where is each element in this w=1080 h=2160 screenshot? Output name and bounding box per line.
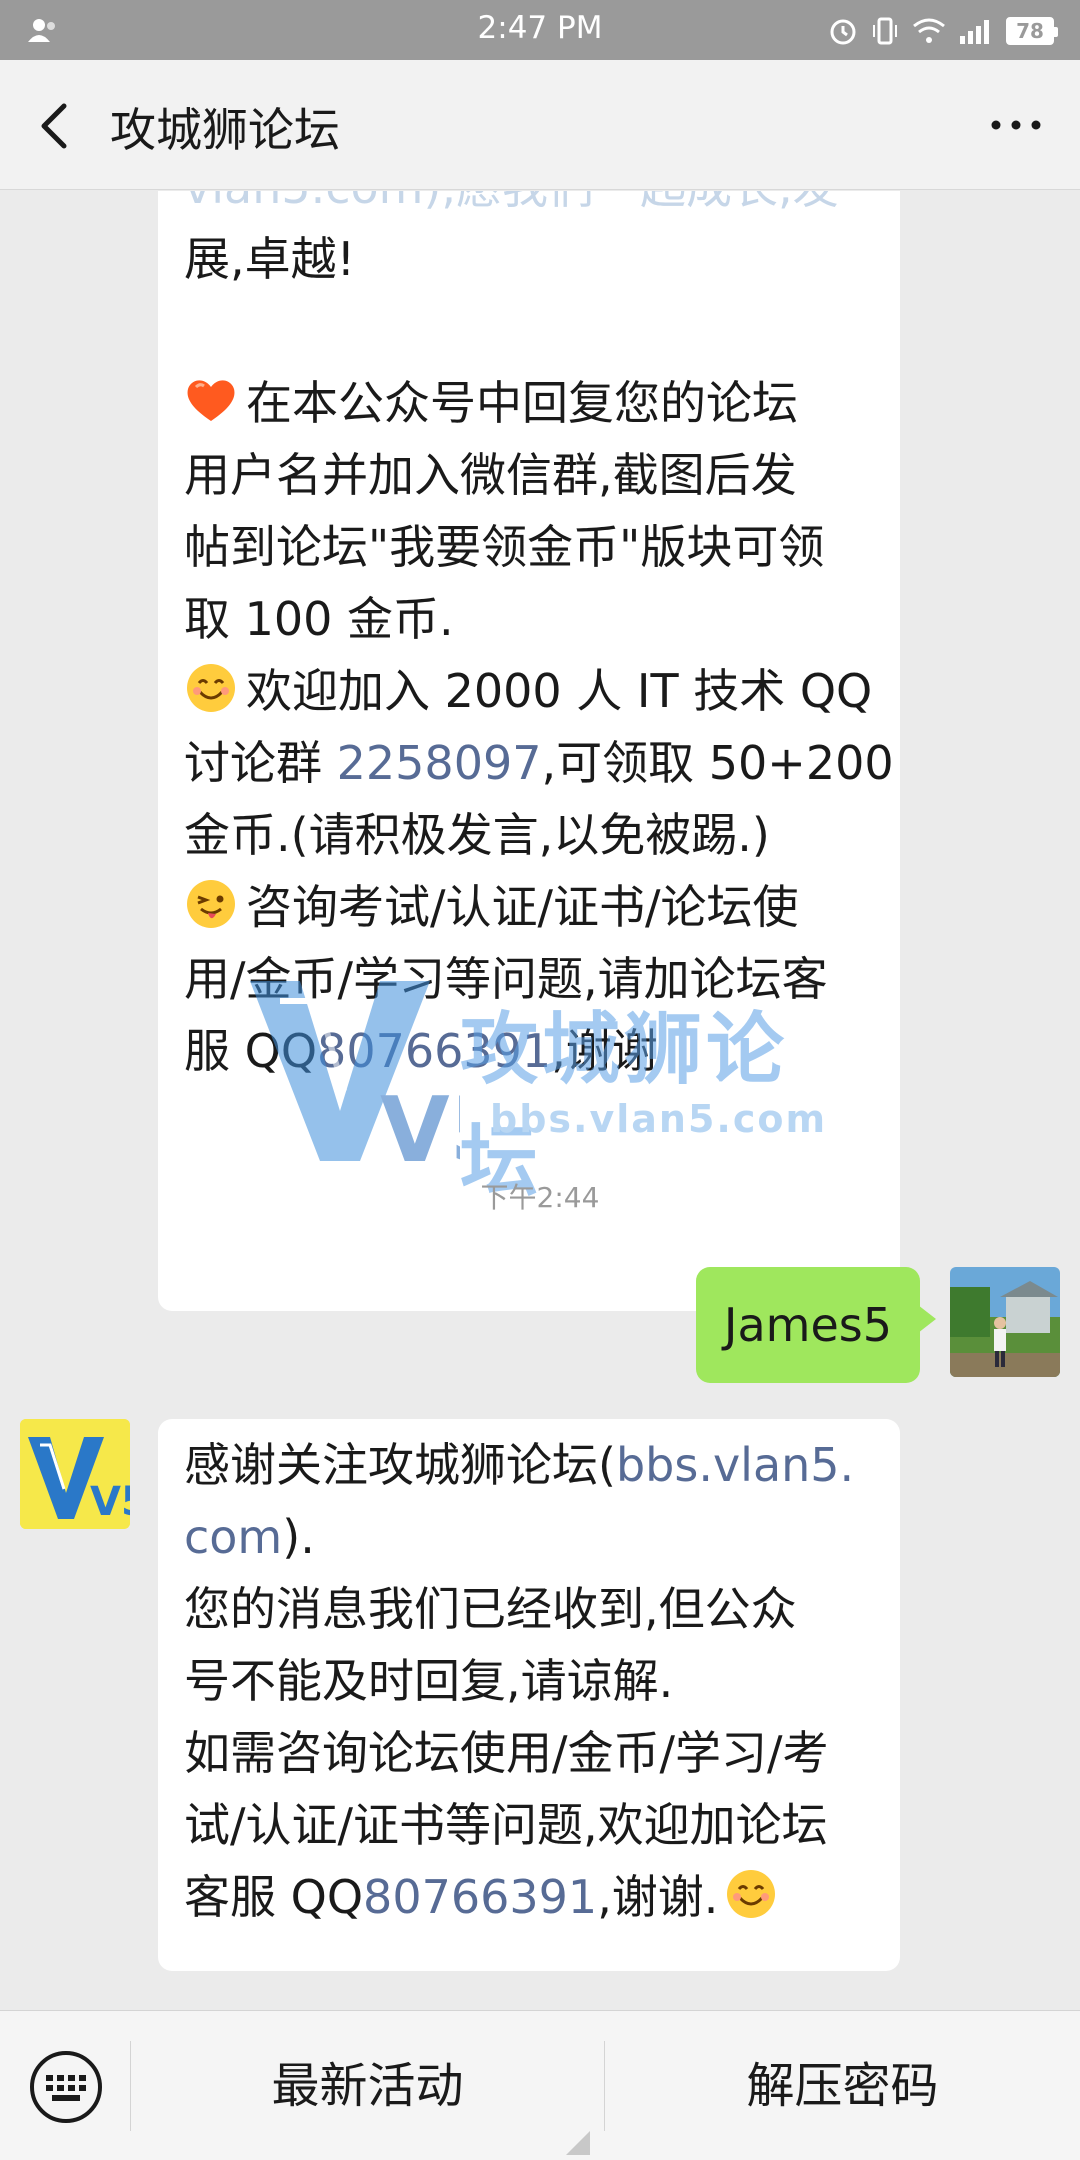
message-text: 讨论群 <box>184 736 337 790</box>
message-line: 号不能及时回复,请谅解. <box>184 1654 674 1708</box>
message-line: 客服 QQ80766391,谢谢. <box>184 1861 874 1933</box>
status-icons: 78 <box>828 14 1058 48</box>
wifi-icon <box>913 18 945 43</box>
status-bar: 2:47 PM 78 <box>0 0 1080 60</box>
message-line: 服 QQ80766391,谢谢 <box>184 1015 874 1087</box>
message-line: vlan5.com),愿我们一起成长,发 <box>184 191 874 223</box>
message-text: ). <box>282 1510 315 1564</box>
message-line: 您的消息我们已经收到,但公众 <box>184 1582 797 1636</box>
menu-latest-activities[interactable]: 最新活动 <box>131 2011 604 2160</box>
message-text: 欢迎加入 2000 人 IT 技术 QQ <box>246 664 873 718</box>
user-photo-icon <box>950 1267 1060 1377</box>
message-line: 金币.(请积极发言,以免被踢.) <box>184 808 770 862</box>
message-line: 用/金币/学习等问题,请加论坛客 <box>184 952 828 1006</box>
message-timestamp: 下午2:44 <box>480 1181 600 1214</box>
menu-unzip-password[interactable]: 解压密码 <box>605 2011 1080 2160</box>
alarm-icon <box>830 19 856 45</box>
more-options-icon[interactable] <box>988 110 1044 140</box>
received-message-bubble[interactable]: 感谢关注攻城狮论坛(bbs.vlan5. com). 您的消息我们已经收到,但公… <box>158 1419 900 1971</box>
chat-messages[interactable]: vlan5.com),愿我们一起成长,发 展,卓越! 在本公众号中回复您的论坛 … <box>0 191 1080 2010</box>
message-text: 客服 QQ <box>184 1870 364 1924</box>
signal-icon <box>960 20 989 44</box>
message-line: 用户名并加入微信群,截图后发 <box>184 448 797 502</box>
message-text: 感谢关注攻城狮论坛( <box>184 1438 616 1492</box>
chat-title: 攻城狮论坛 <box>110 103 340 157</box>
message-text: 在本公众号中回复您的论坛 <box>246 376 798 430</box>
wink-tongue-emoji-icon <box>187 880 235 928</box>
message-text: 咨询考试/认证/证书/论坛使 <box>246 880 799 934</box>
message-line: 试/认证/证书等问题,欢迎加论坛 <box>184 1798 828 1852</box>
message-text: ,可领取 50+200 <box>541 736 894 790</box>
message-line: com). <box>184 1501 874 1573</box>
back-arrow-icon[interactable] <box>30 96 84 156</box>
message-line: 咨询考试/认证/证书/论坛使 <box>184 871 874 943</box>
v5-logo-icon: V5 <box>20 1419 130 1529</box>
received-message-bubble[interactable]: vlan5.com),愿我们一起成长,发 展,卓越! 在本公众号中回复您的论坛 … <box>158 191 900 1311</box>
qq-link[interactable]: 80766391 <box>363 1870 597 1924</box>
message-line: 在本公众号中回复您的论坛 <box>184 367 874 439</box>
message-text: ,谢谢 <box>551 1024 658 1078</box>
keyboard-toggle-icon[interactable] <box>28 2049 104 2125</box>
forum-link[interactable]: bbs.vlan5. <box>616 1438 854 1492</box>
message-line: 帖到论坛"我要领金币"版块可领 <box>184 520 825 574</box>
forum-link[interactable]: com <box>184 1510 282 1564</box>
battery-icon: 78 <box>1006 17 1058 45</box>
vibrate-icon <box>873 17 897 45</box>
heart-emoji-icon <box>187 380 235 421</box>
submenu-indicator-icon <box>566 2131 590 2155</box>
message-line: 欢迎加入 2000 人 IT 技术 QQ <box>184 655 874 727</box>
bottom-menu-bar: 最新活动 解压密码 <box>0 2010 1080 2160</box>
message-line: 讨论群 2258097,可领取 50+200 <box>184 727 894 799</box>
qq-link[interactable]: 80766391 <box>317 1024 551 1078</box>
v5-logo-text: V5 <box>90 1479 130 1525</box>
message-text: ,谢谢. <box>597 1870 719 1924</box>
official-account-avatar[interactable]: V5 <box>20 1419 130 1529</box>
message-line: 取 100 金币. <box>184 592 454 646</box>
message-line: 如需咨询论坛使用/金币/学习/考 <box>184 1726 829 1780</box>
qq-group-link[interactable]: 2258097 <box>337 736 542 790</box>
smile-emoji-icon <box>727 1870 776 1918</box>
user-avatar[interactable] <box>950 1267 1060 1377</box>
message-line: 感谢关注攻城狮论坛(bbs.vlan5. <box>184 1429 874 1501</box>
smile-emoji-icon <box>187 664 235 712</box>
sent-message-bubble[interactable]: James5 <box>695 1267 937 1383</box>
message-line: 展,卓越! <box>184 232 356 286</box>
chat-header: 攻城狮论坛 <box>0 60 1080 190</box>
message-text: 服 QQ <box>184 1024 318 1078</box>
